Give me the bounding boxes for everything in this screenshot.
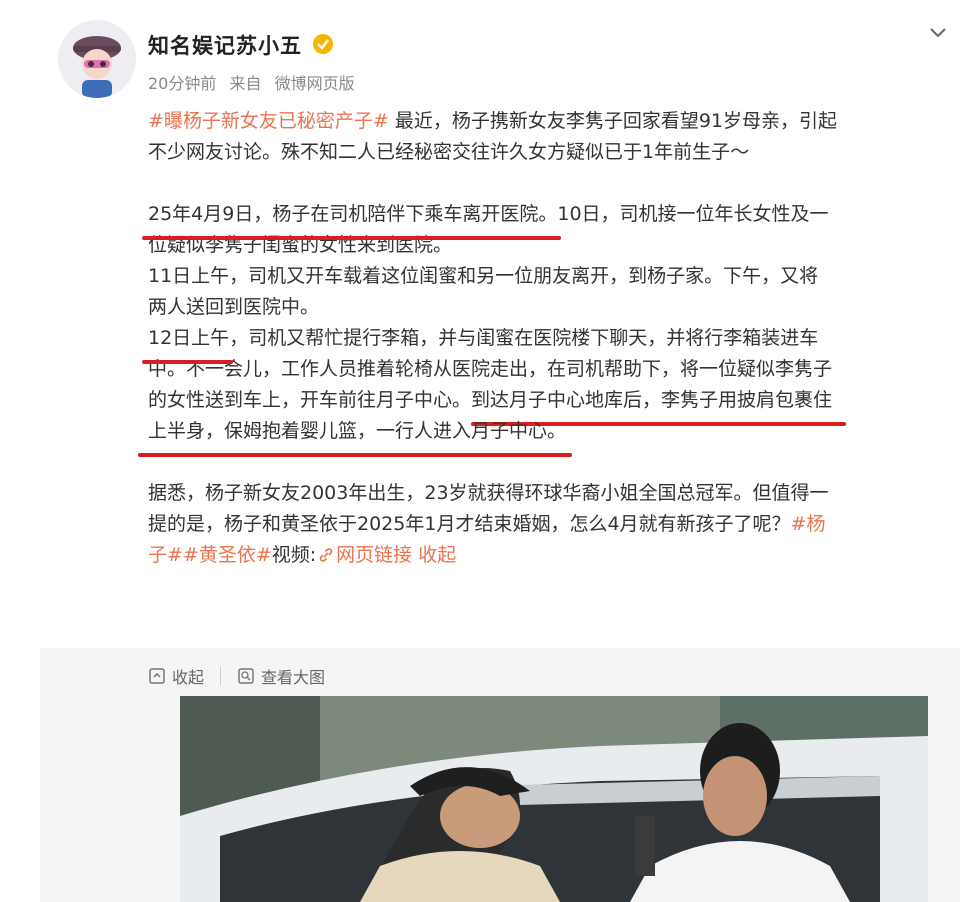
text-segment: 提的是，杨子和黄圣依于2025年1月才结束婚姻，怎么4月就有新孩子了呢？ [148,513,791,535]
red-underline [142,360,234,364]
paragraph-2: 25年4月9日，杨子在司机陪伴下乘车离开医院。 10日，司机接一位年长女性及一 [142,199,948,240]
text-line: 子##黄圣依#视频: 网页链接 收起 [148,540,948,571]
text-line: 的女性送到车上，开车前往月子中心。到达月子中心地库后，李隽子用披肩包裹住 [148,385,948,426]
verified-badge-icon [313,34,333,54]
annotated-text: 25年4月9日，杨子在司机陪伴下乘车离开医院。 [142,203,562,240]
post-text: #曝杨子新女友已秘密产子# 最近，杨子携新女友李隽子回家看望91岁母亲，引起 不… [138,106,948,571]
red-underline [138,453,573,457]
web-link[interactable]: 网页链接 [316,544,412,566]
hashtag-link[interactable]: #曝杨子新女友已秘密产子# [148,110,389,132]
paragraph-4: 12日上午 ，司机又帮忙提行李箱，并与闺蜜在医院楼下聊天，并将行李箱装进车 [142,323,948,364]
collapse-text-button[interactable]: 收起 [418,544,456,566]
media-panel: 收起 查看大图 [40,648,960,902]
annotated-text: 到达月子中心地库后，李隽子用披肩包裹住 [471,389,847,426]
collapse-icon [149,668,165,684]
text-line: 上半身，保姆抱着婴儿篮，一行人进入月子中心。 [138,416,948,457]
source-prefix: 来自 [229,74,262,93]
post-source: 微博网页版 [274,74,355,93]
text-segment: 的女性送到车上，开车前往月子中心。 [148,389,472,411]
view-large-label: 查看大图 [261,668,326,687]
avatar[interactable] [58,20,136,98]
text-segment: 10日，司机接一位年长女性及一 [557,203,829,225]
red-underline [142,236,562,240]
post-photo[interactable] [180,696,928,902]
annotated-text: 12日上午 [142,327,234,364]
text-segment: 25年4月9日，杨子在司机陪伴下乘车离开医院。 [148,203,558,225]
hashtag-link[interactable]: #杨 [791,513,826,535]
text-segment: 上半身，保姆抱着婴儿篮，一行人进入月子中心。 [148,420,567,442]
text-segment: 12日上午 [148,327,230,349]
post-time[interactable]: 20分钟前 [148,74,216,93]
text-line: 提的是，杨子和黄圣依于2025年1月才结束婚姻，怎么4月就有新孩子了呢？#杨 [148,509,948,540]
collapse-media-label: 收起 [172,668,205,687]
annotated-text: 上半身，保姆抱着婴儿篮，一行人进入月子中心。 [138,420,573,457]
post-header: 知名娱记苏小五 20分钟前 来自 微博网页版 [0,0,960,110]
view-large-button[interactable]: 查看大图 [237,664,325,688]
zoom-in-icon [238,668,254,684]
chevron-down-icon[interactable] [928,26,948,40]
video-label: 视频: [271,544,317,566]
hashtag-link[interactable]: #黄圣依# [183,544,272,566]
text-line: 两人送回到医院中。 [148,296,320,318]
post-meta: 20分钟前 来自 微博网页版 [148,70,363,94]
text-line: 11日上午，司机又开车载着这位闺蜜和另一位朋友离开，到杨子家。下午，又将 [148,265,819,287]
link-icon [319,548,333,562]
text-line: 不少网友讨论。殊不知二人已经秘密交往许久女方疑似已于1年前生子～ [148,141,750,163]
media-toolbar: 收起 查看大图 [148,664,325,688]
toolbar-divider [220,667,222,685]
author-name[interactable]: 知名娱记苏小五 [148,30,302,60]
photo-image [180,696,928,902]
web-link-label: 网页链接 [336,544,413,566]
text-segment: 到达月子中心地库后，李隽子用披肩包裹住 [471,389,833,411]
text-segment: 最近，杨子携新女友李隽子回家看望91岁母亲，引起 [388,110,838,132]
text-line: 中。不一会儿，工作人员推着轮椅从医院走出，在司机帮助下，将一位疑似李隽子 [148,358,833,380]
collapse-media-button[interactable]: 收起 [148,664,204,688]
paragraph-1: #曝杨子新女友已秘密产子# 最近，杨子携新女友李隽子回家看望91岁母亲，引起 [148,106,948,137]
text-segment: ，司机又帮忙提行李箱，并与闺蜜在医院楼下聊天，并将行李箱装进车 [229,327,819,349]
avatar-illustration [58,20,136,98]
text-line: 据悉，杨子新女友2003年出生，23岁就获得环球华裔小姐全国总冠军。但值得一 [148,482,829,504]
hashtag-link[interactable]: 子# [148,544,183,566]
text-line: 位疑似李隽子闺蜜的女性来到医院。 [148,234,453,256]
